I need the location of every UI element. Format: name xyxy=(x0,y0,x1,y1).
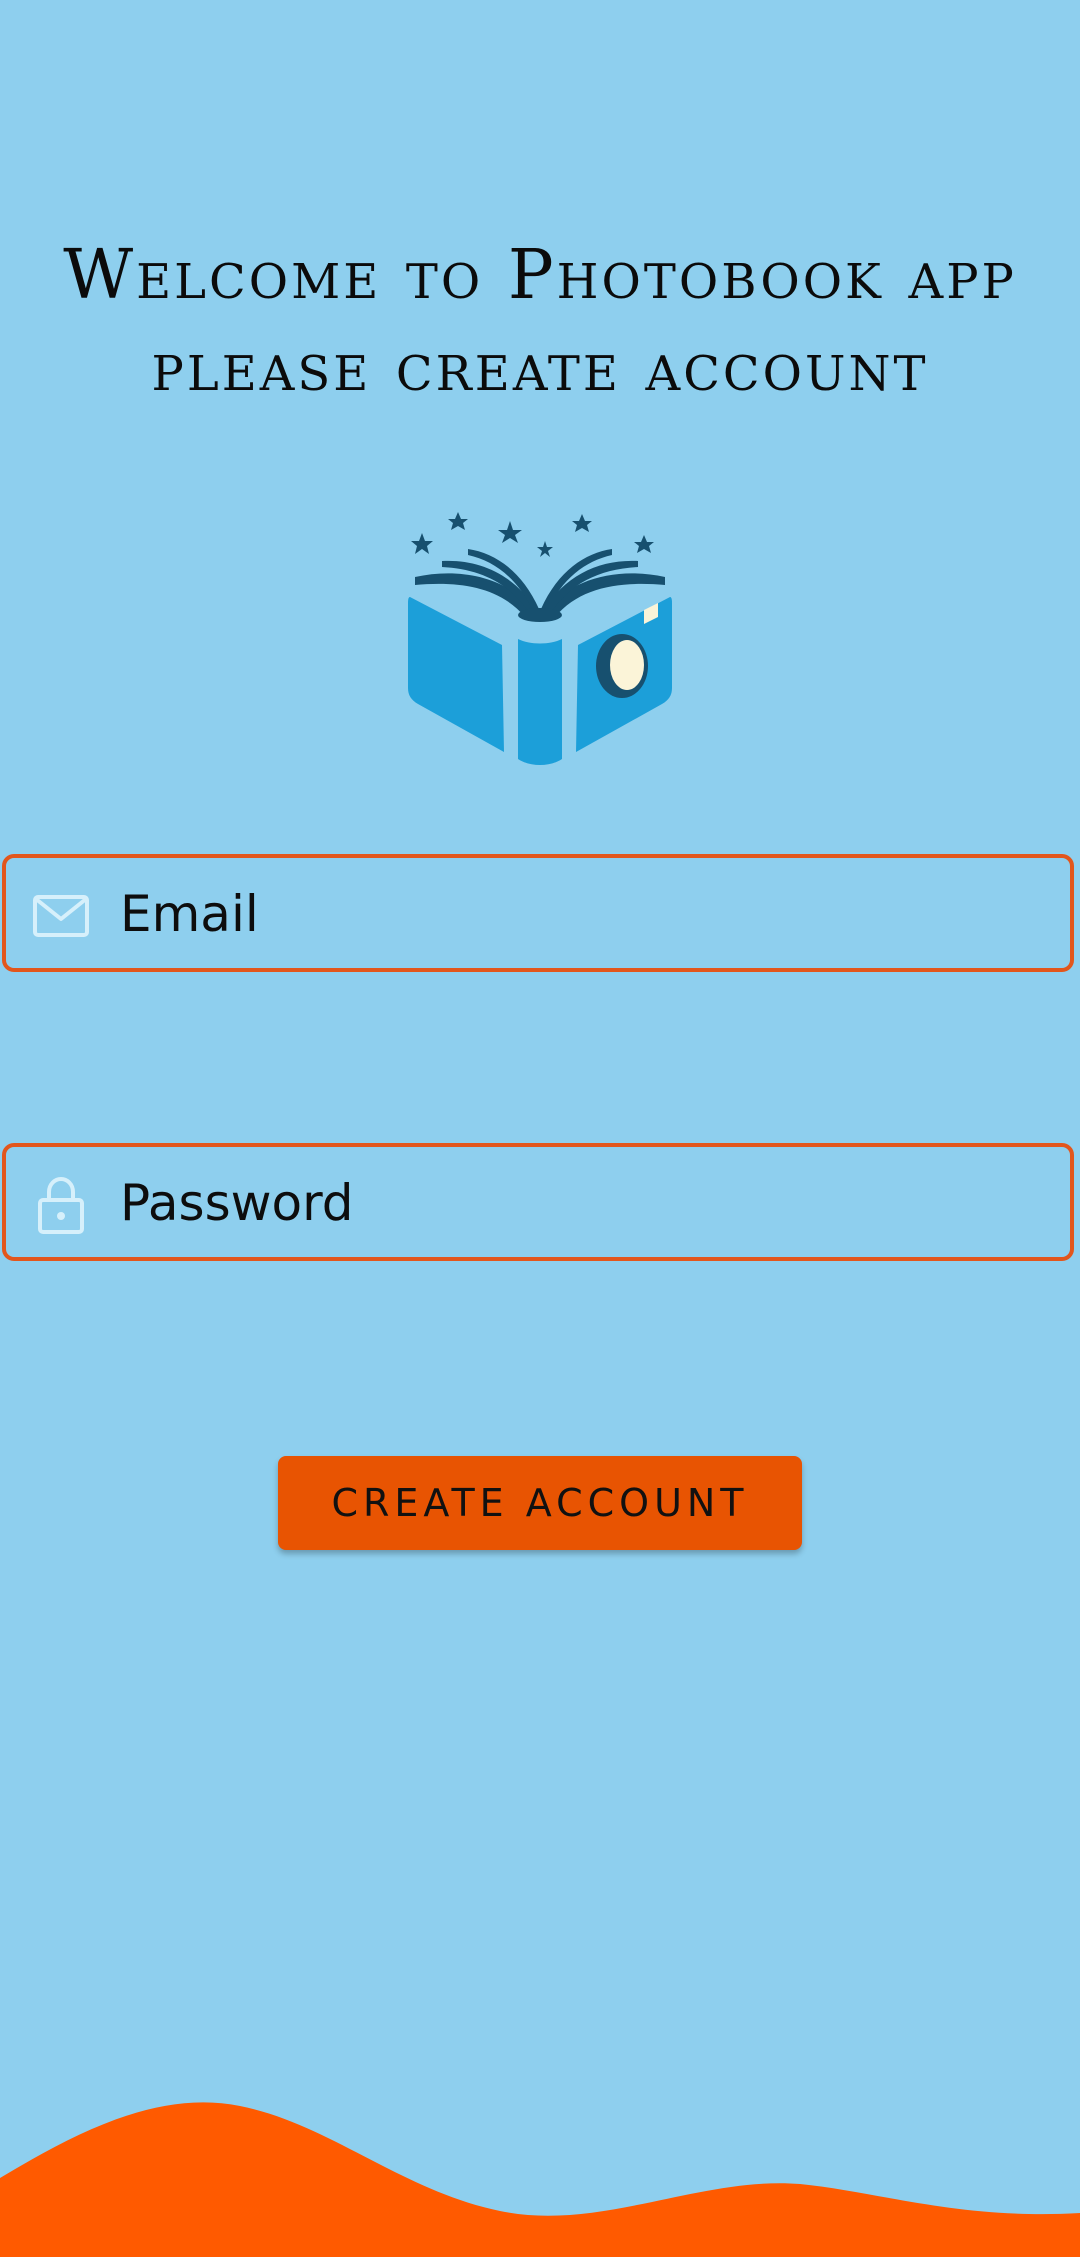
password-placeholder: Password xyxy=(120,1174,354,1232)
email-placeholder: Email xyxy=(120,885,259,943)
welcome-line-2: please create account xyxy=(151,328,929,407)
bottom-wave-decoration xyxy=(0,2102,1080,2257)
welcome-heading: Welcome to Photobook app please create a… xyxy=(0,230,1080,414)
welcome-line-1: Welcome to Photobook app xyxy=(63,236,1017,315)
photobook-logo-icon xyxy=(408,512,672,765)
email-field[interactable]: Email xyxy=(2,854,1074,972)
create-account-button[interactable]: CREATE ACCOUNT xyxy=(278,1456,802,1550)
create-account-screen: Welcome to Photobook app please create a… xyxy=(0,0,1080,2257)
mail-icon xyxy=(33,895,89,937)
password-field[interactable]: Password xyxy=(2,1143,1074,1261)
lock-icon xyxy=(38,1176,84,1234)
